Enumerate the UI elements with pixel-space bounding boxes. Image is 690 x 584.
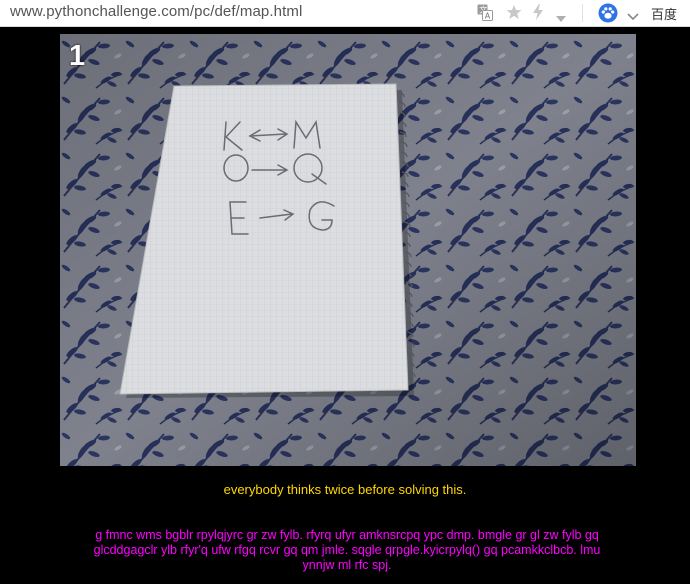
browser-address-bar: www.pythonchallenge.com/pc/def/map.html … xyxy=(0,0,690,27)
notebook-photo-drawing xyxy=(60,34,636,466)
paw-icon[interactable] xyxy=(598,3,618,28)
notebook-photo: 1 xyxy=(60,34,636,466)
search-engine-label[interactable]: 百度 xyxy=(651,4,677,23)
url-field[interactable]: www.pythonchallenge.com/pc/def/map.html xyxy=(10,3,302,20)
translate-icon[interactable]: 文 A xyxy=(477,4,493,27)
dropdown-chevron-icon[interactable] xyxy=(556,9,566,27)
caption-text: everybody thinks twice before solving th… xyxy=(223,482,467,497)
chevron-down-icon[interactable] xyxy=(627,8,639,26)
image-number-label: 1 xyxy=(69,40,86,72)
star-icon[interactable] xyxy=(506,4,522,25)
lightning-icon[interactable] xyxy=(532,4,544,25)
svg-text:A: A xyxy=(485,12,491,21)
toolbar-divider xyxy=(582,4,583,22)
cipher-text: g fmnc wms bgblr rpylqjyrc gr zw fylb. r… xyxy=(93,528,601,572)
